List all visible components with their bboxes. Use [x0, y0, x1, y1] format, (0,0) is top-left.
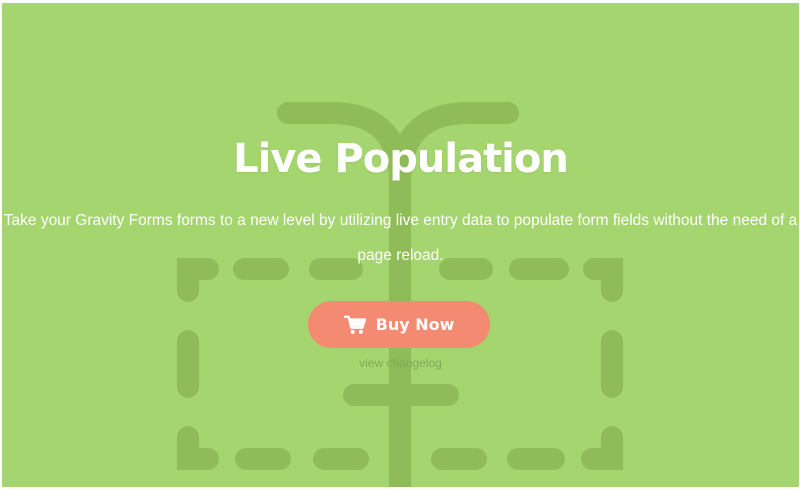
- view-changelog-link[interactable]: view changelog: [2, 356, 799, 370]
- hero-content: Live Population Take your Gravity Forms …: [2, 3, 799, 487]
- buy-now-label: Buy Now: [375, 315, 455, 334]
- shopping-cart-icon: [343, 315, 366, 335]
- hero-section: Live Population Take your Gravity Forms …: [2, 3, 799, 487]
- hero-description: Take your Gravity Forms forms to a new l…: [3, 212, 798, 264]
- page-title: Live Population: [233, 136, 569, 182]
- buy-now-button[interactable]: Buy Now: [308, 301, 490, 348]
